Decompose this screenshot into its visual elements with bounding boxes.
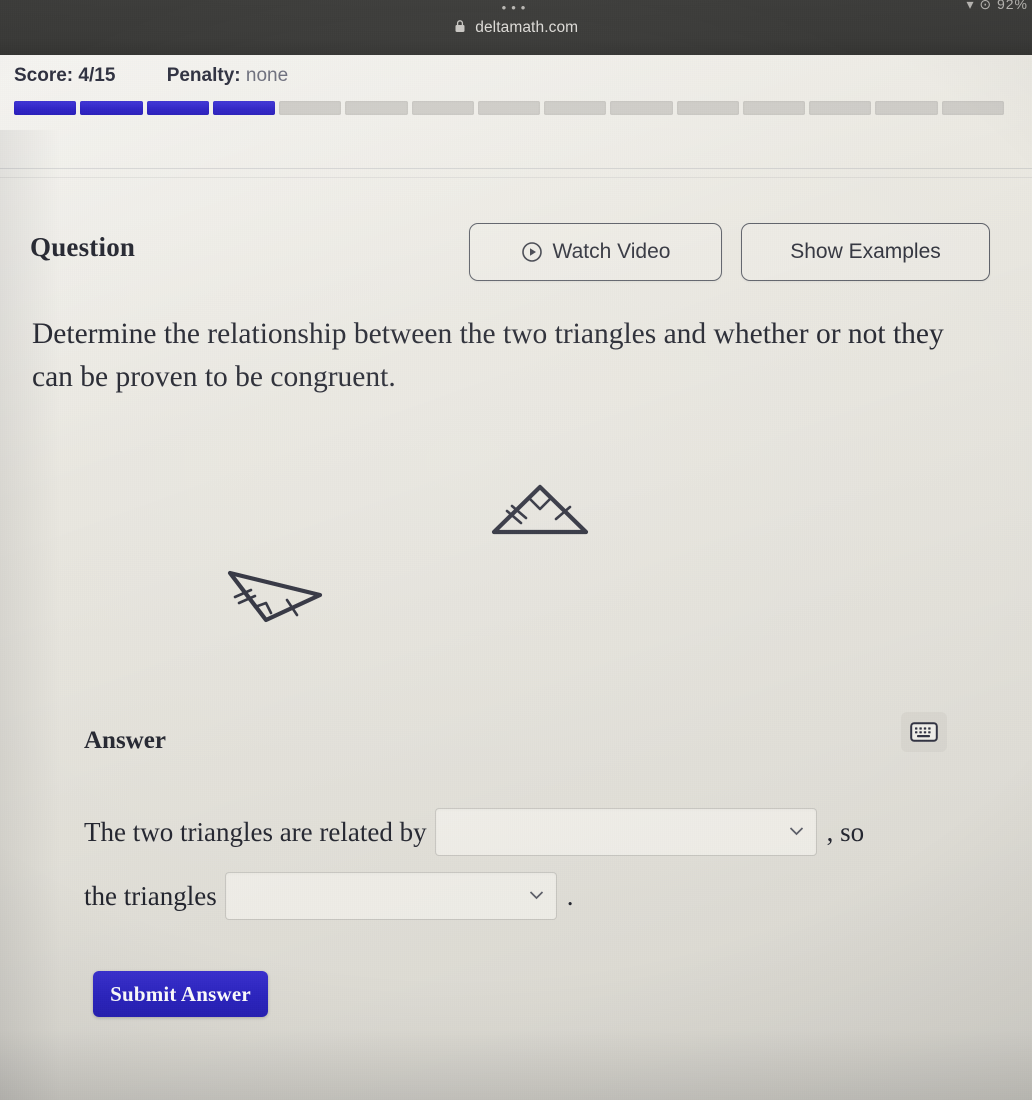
answer-row2-prefix: the triangles (84, 880, 217, 911)
progress-segment (14, 101, 77, 115)
show-examples-button[interactable]: Show Examples (741, 223, 990, 281)
progress-segment (279, 101, 342, 115)
progress-segment (477, 101, 541, 115)
progress-segment (345, 101, 408, 115)
progress-segment (875, 101, 938, 115)
score-strip: Score: 4/15 Penalty: none (0, 55, 1032, 130)
page-title: Question (30, 232, 136, 262)
address-bar[interactable]: deltamath.com (0, 19, 1032, 38)
progress-segment (610, 101, 673, 115)
answer-sentence-row-1: The two triangles are related by , so (84, 808, 864, 856)
answer-heading: Answer (84, 727, 166, 754)
two-triangles-figure (0, 440, 1032, 680)
watch-video-label: Watch Video (552, 240, 671, 263)
answer-row1-prefix: The two triangles are related by (84, 816, 427, 847)
score-value: 4/15 (78, 65, 116, 86)
answer-sentence-row-2: the triangles . (84, 872, 573, 920)
show-examples-label: Show Examples (790, 240, 941, 263)
progress-segment (941, 101, 1004, 115)
chevron-down-icon (789, 824, 804, 840)
progress-segment (809, 101, 872, 115)
question-header: Question Watch Video Show Examples (0, 218, 1032, 292)
header-divider (0, 168, 1032, 169)
congruence-dropdown[interactable] (224, 872, 557, 920)
header-divider-secondary (0, 177, 1032, 178)
penalty-value: none (245, 65, 289, 86)
progress-bar (14, 101, 1004, 115)
progress-segment (544, 101, 607, 115)
play-circle-icon (521, 241, 543, 263)
submit-answer-button[interactable]: Submit Answer (93, 971, 268, 1017)
score-label: Score: (14, 65, 74, 86)
progress-segment (212, 101, 276, 115)
lower-triangle (227, 570, 323, 623)
chevron-down-icon (529, 888, 544, 904)
upper-triangle (491, 484, 589, 535)
keyboard-icon[interactable] (901, 712, 947, 752)
device-status-icons: ▾ ⊙ 92% (966, 0, 1028, 12)
progress-segment (411, 101, 474, 115)
score-line: Score: 4/15 Penalty: none (14, 65, 288, 87)
watch-video-button[interactable]: Watch Video (469, 223, 722, 281)
relationship-dropdown[interactable] (434, 808, 817, 856)
progress-segment (676, 101, 739, 115)
answer-row1-suffix: , so (826, 816, 865, 847)
progress-segment (80, 101, 143, 115)
question-prompt: Determine the relationship between the t… (32, 318, 944, 393)
url-text: deltamath.com (475, 19, 579, 36)
progress-segment (146, 101, 209, 115)
browser-chrome: ••• ▾ ⊙ 92% deltamath.com (0, 0, 1032, 55)
browser-menu-dots[interactable]: ••• (0, 1, 1032, 14)
answer-row2-suffix: . (566, 880, 574, 911)
penalty-label: Penalty: (166, 65, 241, 86)
progress-segment (742, 101, 806, 115)
lock-icon (454, 19, 466, 38)
